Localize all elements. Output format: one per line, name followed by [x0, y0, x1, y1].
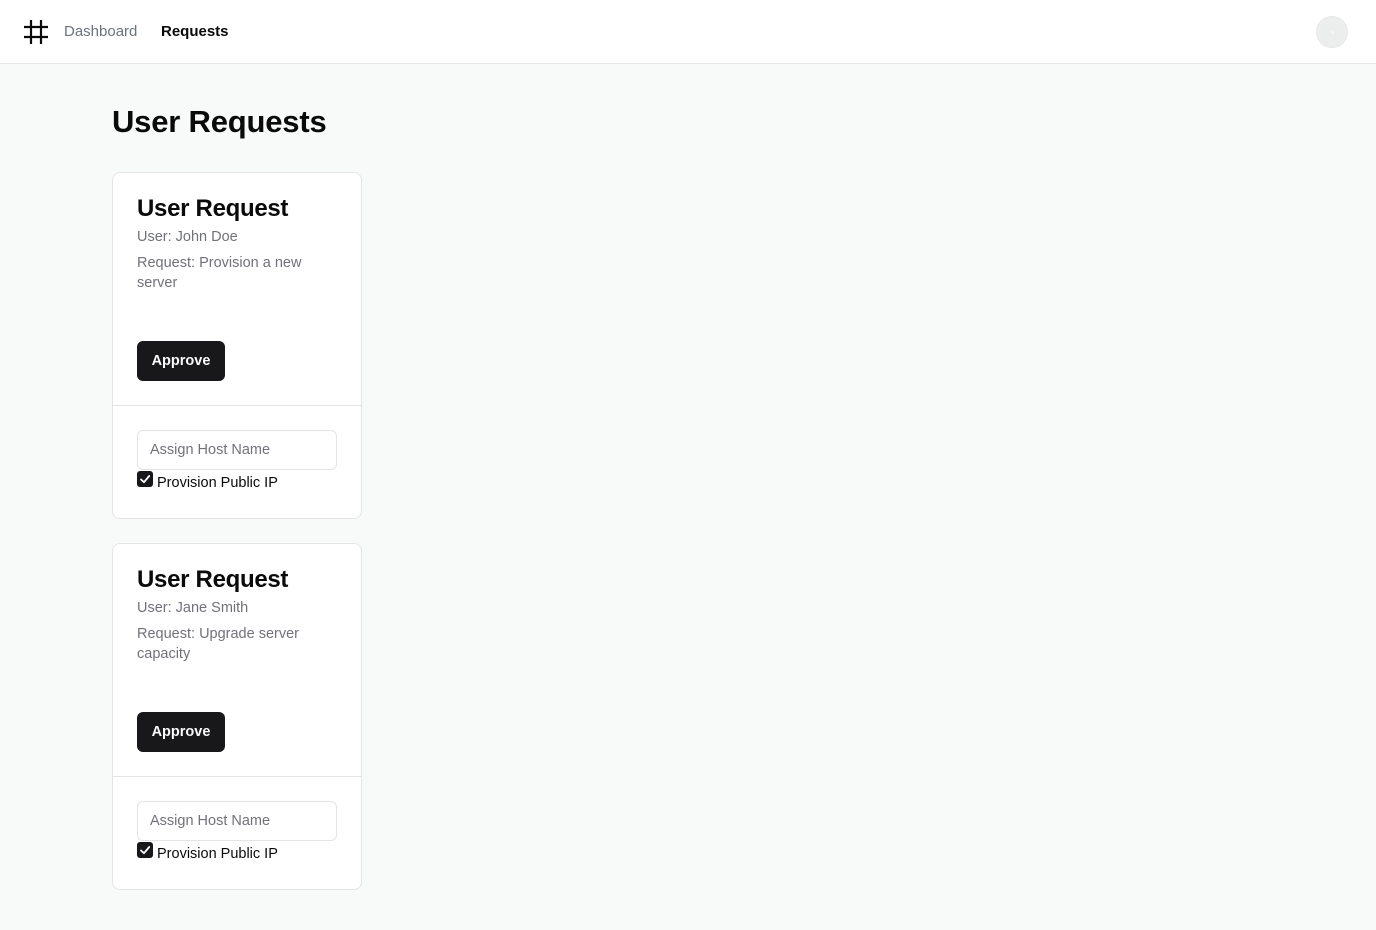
- public-ip-checkbox[interactable]: [137, 842, 153, 858]
- avatar-icon[interactable]: [1316, 16, 1348, 48]
- card-title: User Request: [137, 566, 289, 593]
- card-divider: [113, 405, 361, 406]
- public-ip-checkbox[interactable]: [137, 471, 153, 487]
- top-navigation-bar: Dashboard Requests: [0, 0, 1376, 64]
- nav-requests-link[interactable]: Requests: [161, 22, 229, 42]
- hash-icon[interactable]: [24, 20, 48, 44]
- approve-button[interactable]: Approve: [137, 341, 225, 381]
- page-title: User Requests: [112, 104, 327, 139]
- host-name-input[interactable]: [137, 801, 337, 841]
- card-title: User Request: [137, 195, 289, 222]
- card-user: User: John Doe: [137, 229, 238, 245]
- public-ip-label[interactable]: Provision Public IP: [157, 844, 278, 864]
- card-user: User: Jane Smith: [137, 600, 249, 616]
- approve-button[interactable]: Approve: [137, 712, 225, 752]
- request-card: User Request User: John Doe Request: Pro…: [112, 172, 362, 519]
- card-request-description: Request: Upgrade server capacity: [137, 626, 299, 662]
- card-request-description: Request: Provision a new server: [137, 255, 302, 291]
- nav-dashboard-link[interactable]: Dashboard: [64, 22, 137, 42]
- avatar-placeholder-dot: [1331, 31, 1334, 34]
- request-card: User Request User: Jane Smith Request: U…: [112, 543, 362, 890]
- public-ip-label[interactable]: Provision Public IP: [157, 473, 278, 493]
- checkmark-icon: [140, 475, 151, 484]
- host-name-input[interactable]: [137, 430, 337, 470]
- checkmark-icon: [140, 846, 151, 855]
- card-divider: [113, 776, 361, 777]
